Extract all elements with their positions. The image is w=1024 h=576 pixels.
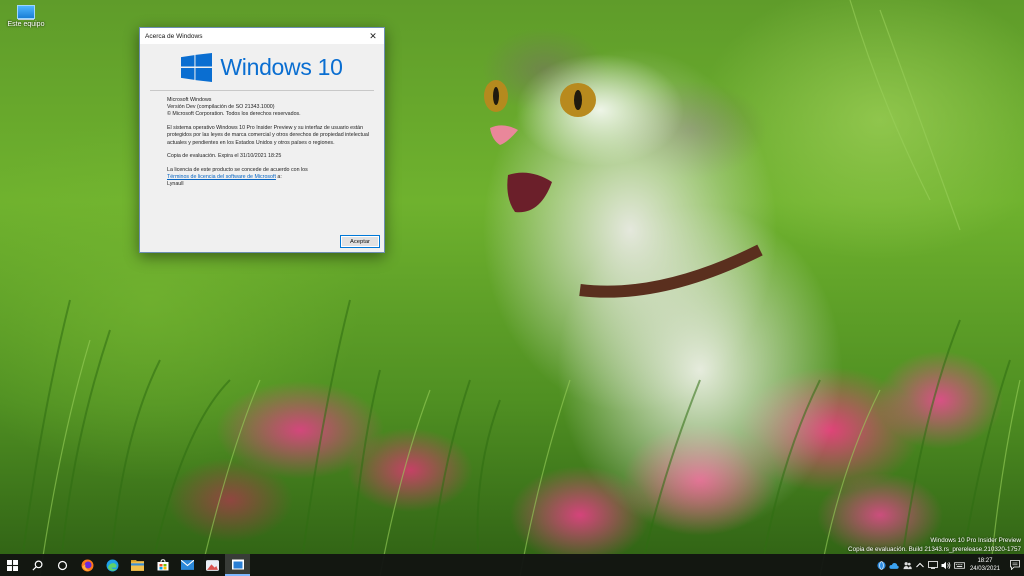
cloud-icon [889, 562, 900, 569]
dialog-titlebar[interactable]: Acerca de Windows ✕ [140, 28, 384, 44]
firefox-icon [81, 559, 94, 571]
mail-icon [181, 560, 194, 570]
product-name: Microsoft Windows [167, 97, 212, 103]
search-icon [32, 559, 43, 571]
taskbar-photos[interactable] [200, 554, 225, 576]
taskbar-store[interactable] [150, 554, 175, 576]
start-icon [7, 559, 18, 571]
clock-date: 24/03/2021 [969, 566, 1000, 572]
chevron-up-icon [916, 562, 925, 568]
people-icon [903, 561, 912, 569]
taskbar-clock[interactable]: 18:27 24/03/2021 [970, 557, 1000, 573]
close-icon[interactable]: ✕ [362, 28, 384, 44]
tray-volume[interactable] [940, 554, 953, 576]
dialog-body: Microsoft Windows Versión Dev (compilaci… [167, 97, 372, 189]
taskbar-firefox[interactable] [75, 554, 100, 576]
cat-mouth [507, 172, 552, 213]
evaluation-text: Copia de evaluación. Expira el 31/10/202… [167, 153, 282, 160]
tray-network-globe[interactable] [875, 554, 888, 576]
photos-icon [206, 559, 219, 571]
volume-icon [941, 561, 951, 569]
license-prefix: La licencia de este producto se concede … [167, 166, 308, 173]
clock-time: 18:27 [977, 558, 993, 564]
file-explorer-icon [131, 559, 144, 571]
task-view-icon [57, 560, 68, 570]
tray-people[interactable] [901, 554, 914, 576]
action-center-icon [1010, 560, 1020, 570]
tray-cloud[interactable] [888, 554, 901, 576]
action-center-button[interactable] [1006, 554, 1024, 576]
cat-nose [490, 125, 518, 145]
desktop-icon-label: Este equipo [7, 21, 45, 28]
watermark-line-2: Copia de evaluación. Build 21343.rs_prer… [848, 546, 1021, 553]
legal-text: El sistema operativo Windows 10 Pro Insi… [167, 125, 369, 146]
system-tray: 18:27 24/03/2021 [875, 554, 1024, 576]
watermark-line-1: Windows 10 Pro Insider Preview [930, 537, 1021, 544]
keyboard-icon [954, 561, 965, 569]
tray-keyboard[interactable] [953, 554, 966, 576]
tray-wifi[interactable] [927, 554, 940, 576]
store-icon [157, 559, 168, 571]
desktop-icon-this-pc[interactable]: Este equipo [6, 4, 46, 28]
taskbar: 18:27 24/03/2021 [0, 554, 1024, 576]
tray-overflow-button[interactable] [914, 554, 927, 576]
license-terms-link[interactable]: Términos de licencia del software de Mic… [167, 174, 276, 180]
dialog-separator [150, 90, 374, 91]
wifi-icon [928, 561, 939, 569]
license-line: Términos de licencia del software de Mic… [167, 174, 372, 181]
taskbar-file-explorer[interactable] [125, 554, 150, 576]
about-windows-icon [231, 559, 244, 569]
taskbar-mail[interactable] [175, 554, 200, 576]
this-pc-icon [17, 5, 35, 19]
cat-collar [579, 244, 763, 298]
taskbar-edge[interactable] [100, 554, 125, 576]
search-button[interactable] [25, 554, 50, 576]
network-globe-icon [877, 560, 886, 570]
cat-eyes [484, 80, 596, 117]
license-suffix: a: [275, 174, 282, 181]
licensed-user: Lynaull [167, 181, 184, 188]
dialog-title: Acerca de Windows [145, 32, 203, 40]
taskbar-about-windows[interactable] [225, 554, 250, 576]
task-view-button[interactable] [50, 554, 75, 576]
accept-button[interactable]: Aceptar [340, 235, 380, 248]
about-windows-dialog: Acerca de Windows ✕ Windows 10 Microsoft… [139, 27, 385, 253]
edge-icon [106, 559, 119, 571]
start-button[interactable] [0, 554, 25, 576]
copyright-text: © Microsoft Corporation. Todos los derec… [167, 111, 301, 118]
windows-logo-row: Windows 10 [140, 50, 384, 84]
windows-wordmark: Windows 10 [220, 53, 343, 80]
windows-logo-icon [181, 52, 213, 82]
evaluation-watermark: Windows 10 Pro Insider Preview Copia de … [848, 536, 1021, 554]
